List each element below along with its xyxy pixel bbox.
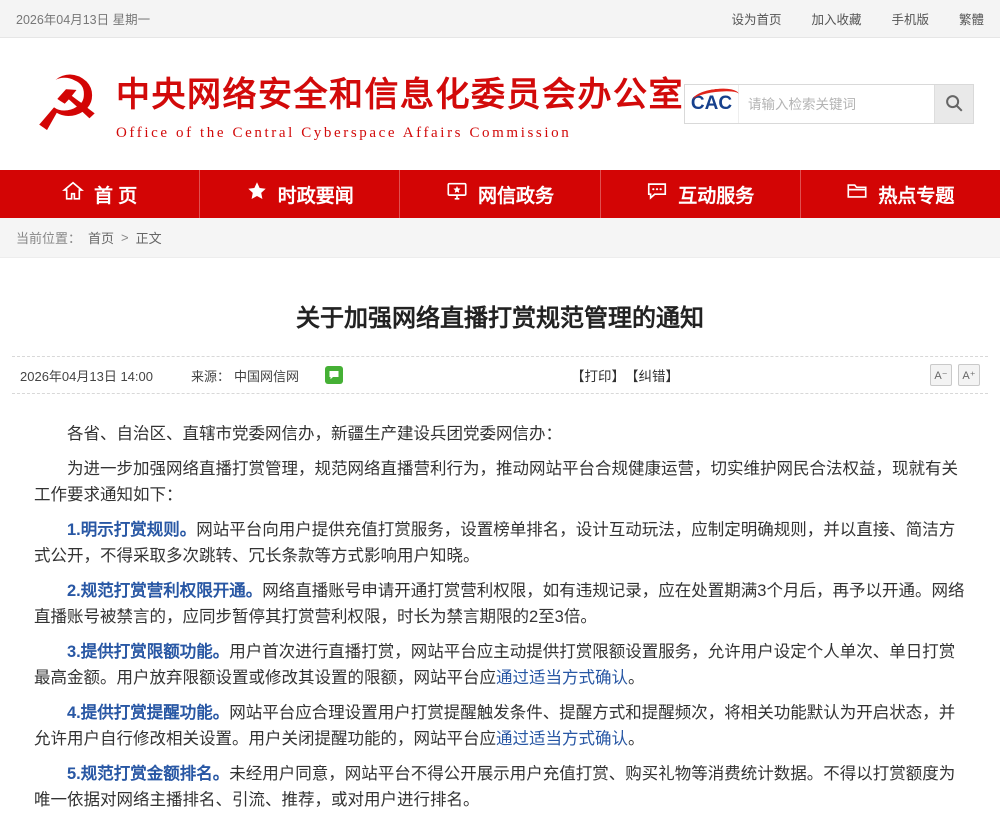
paragraph: 为进一步加强网络直播打赏管理，规范网络直播营利行为，推动网站平台合规健康运营，切… [34, 456, 966, 508]
topbar: 2026年04月13日 星期一 设为首页 加入收藏 手机版 繁體 [0, 0, 1000, 38]
article-body: 各省、自治区、直辖市党委网信办，新疆生产建设兵团党委网信办： 为进一步加强网络直播… [0, 394, 1000, 818]
wechat-share-icon[interactable] [325, 366, 343, 384]
paragraph: 1.明示打赏规则。网站平台向用户提供充值打赏服务，设置榜单排名，设计互动玩法，应… [34, 517, 966, 569]
nav-item-label: 网信政务 [478, 181, 554, 208]
mobile-version-link[interactable]: 手机版 [891, 9, 929, 28]
print-button[interactable]: 【打印】 [571, 365, 625, 385]
search-input[interactable] [738, 85, 934, 123]
folder-icon [846, 180, 868, 208]
site-header: ☭ 中央网络安全和信息化委员会办公室 Office of the Central… [0, 38, 1000, 170]
nav-item-label: 热点专题 [878, 181, 954, 208]
nav-item-label: 时政要闻 [278, 181, 354, 208]
publish-datetime: 2026年04月13日 14:00 [20, 366, 153, 385]
breadcrumb-home-link[interactable]: 首页 [88, 228, 114, 247]
source-name: 中国网信网 [234, 366, 299, 385]
breadcrumb: 当前位置： 首页 > 正文 [0, 218, 1000, 258]
nav-item-label: 首 页 [94, 181, 137, 208]
font-larger-button[interactable]: A⁺ [958, 364, 980, 386]
nav-item-interactive-services[interactable]: 互动服务 [600, 170, 800, 218]
search-box: CAC [684, 84, 974, 124]
traditional-chinese-link[interactable]: 繁體 [959, 9, 984, 28]
paragraph-emphasis: 通过适当方式确认 [496, 669, 628, 687]
paragraph: 5.规范打赏金额排名。未经用户同意，网站平台不得公开展示用户充值打赏、购买礼物等… [34, 761, 966, 813]
brand-text: 中央网络安全和信息化委员会办公室 Office of the Central C… [116, 67, 684, 142]
home-icon [62, 180, 84, 208]
search-icon [943, 92, 965, 117]
topbar-links: 设为首页 加入收藏 手机版 繁體 [731, 9, 984, 28]
paragraph-lead: 1.明示打赏规则。 [67, 521, 196, 539]
cac-logo: CAC [685, 85, 738, 123]
paragraph-emphasis: 通过适当方式确认 [496, 730, 628, 748]
main-nav: 首 页 时政要闻 网信政务 互动服务 热点专题 [0, 170, 1000, 218]
breadcrumb-separator: > [121, 230, 129, 245]
chat-icon [646, 180, 668, 208]
star-icon [246, 180, 268, 208]
article-title: 关于加强网络直播打赏规范管理的通知 [40, 302, 960, 336]
party-emblem-icon: ☭ [26, 58, 108, 150]
article-meta: 2026年04月13日 14:00 来源： 中国网信网 【打印】 【纠错】 A⁻… [12, 356, 988, 394]
set-homepage-link[interactable]: 设为首页 [731, 9, 781, 28]
search-button[interactable] [934, 85, 973, 123]
add-favorite-link[interactable]: 加入收藏 [811, 9, 861, 28]
site-subtitle: Office of the Central Cyberspace Affairs… [116, 125, 684, 142]
monitor-icon [446, 180, 468, 208]
cac-logo-arc [692, 86, 740, 107]
paragraph: 各省、自治区、直辖市党委网信办，新疆生产建设兵团党委网信办： [34, 421, 966, 447]
nav-item-politics-news[interactable]: 时政要闻 [199, 170, 399, 218]
paragraph-lead: 5.规范打赏金额排名。 [67, 765, 229, 783]
share-icons [325, 366, 367, 384]
source-label: 来源： [191, 366, 230, 385]
paragraph-lead: 2.规范打赏营利权限开通。 [67, 582, 262, 600]
breadcrumb-label: 当前位置： [16, 228, 81, 247]
current-date: 2026年04月13日 星期一 [16, 9, 150, 28]
paragraph-lead: 3.提供打赏限额功能。 [67, 643, 229, 661]
nav-item-cyberspace-affairs[interactable]: 网信政务 [399, 170, 599, 218]
site-title[interactable]: 中央网络安全和信息化委员会办公室 [116, 67, 684, 116]
nav-item-home[interactable]: 首 页 [0, 170, 199, 218]
article: 关于加强网络直播打赏规范管理的通知 2026年04月13日 14:00 来源： … [0, 302, 1000, 818]
error-correction-button[interactable]: 【纠错】 [625, 365, 679, 385]
paragraph-lead: 4.提供打赏提醒功能。 [67, 704, 229, 722]
font-smaller-button[interactable]: A⁻ [930, 364, 952, 386]
paragraph: 3.提供打赏限额功能。用户首次进行直播打赏，网站平台应主动提供打赏限额设置服务，… [34, 639, 966, 691]
nav-item-hot-topics[interactable]: 热点专题 [800, 170, 1000, 218]
paragraph: 4.提供打赏提醒功能。网站平台应合理设置用户打赏提醒触发条件、提醒方式和提醒频次… [34, 700, 966, 752]
more-share-icon[interactable] [349, 366, 367, 384]
nav-item-label: 互动服务 [678, 181, 754, 208]
paragraph: 2.规范打赏营利权限开通。网络直播账号申请开通打赏营利权限，如有违规记录，应在处… [34, 578, 966, 630]
breadcrumb-current: 正文 [136, 228, 162, 247]
